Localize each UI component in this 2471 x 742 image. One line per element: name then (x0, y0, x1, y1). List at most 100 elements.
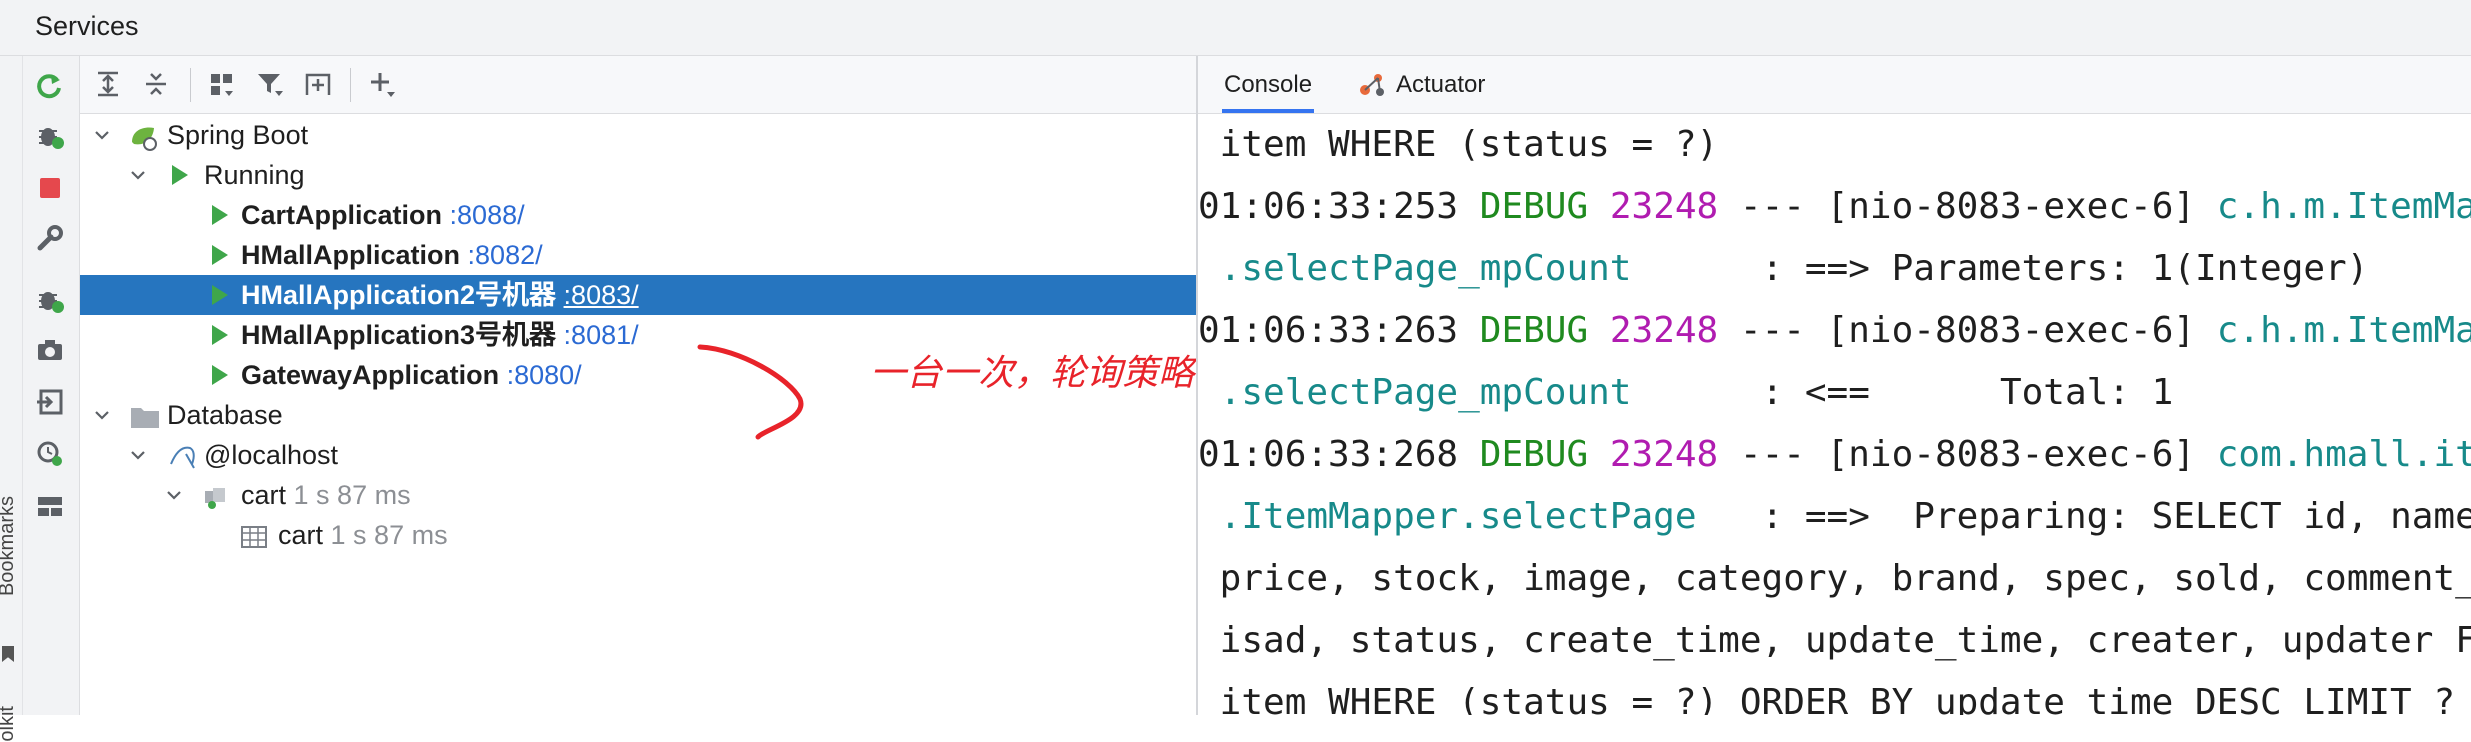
app-name: HMallApplication (241, 240, 460, 270)
log-logger[interactable]: c.h.m.ItemMapper (2217, 186, 2471, 227)
layout-icon[interactable] (32, 488, 68, 524)
collapse-all-icon[interactable] (138, 66, 174, 102)
app-name: CartApplication (241, 200, 442, 230)
log-timestamp: 01:06:33:253 (1198, 186, 1458, 227)
tab-console[interactable]: Console (1222, 56, 1314, 113)
log-level: DEBUG (1480, 434, 1588, 475)
tree-label-localhost: @localhost (204, 435, 338, 475)
log-logger[interactable]: c.h.m.ItemMapper (2217, 310, 2471, 351)
log-logger[interactable]: .selectPage_mpCount (1198, 372, 1631, 413)
schema-name: cart (241, 480, 286, 510)
log-line: .selectPage_mpCount : ==> Parameters: 1(… (1198, 238, 2368, 300)
port-link[interactable]: :8080/ (507, 360, 582, 390)
expand-all-icon[interactable] (90, 66, 126, 102)
new-tab-icon[interactable] (300, 66, 336, 102)
log-line: 01:06:33:268 DEBUG 23248 --- [nio-8083-e… (1198, 424, 2471, 486)
bookmark-icon (2, 646, 14, 662)
table-icon (240, 515, 268, 555)
log-pid: 23248 (1610, 186, 1718, 227)
log-logger[interactable]: .ItemMapper.selectPage (1198, 496, 1697, 537)
log-logger[interactable]: .selectPage_mpCount (1198, 248, 1631, 289)
debug-icon[interactable] (32, 118, 68, 154)
log-line: price, stock, image, category, brand, sp… (1198, 548, 2471, 610)
action-sidebar (23, 56, 80, 715)
tab-actuator[interactable]: Actuator (1396, 56, 1485, 113)
schema-time: 1 s 87 ms (294, 480, 411, 510)
running-icon (212, 235, 228, 265)
tree-label-running: Running (204, 155, 305, 195)
filter-icon[interactable] (252, 66, 288, 102)
log-line: 01:06:33:263 DEBUG 23248 --- [nio-8083-e… (1198, 300, 2471, 362)
app-name: HMallApplication2号机器 (241, 280, 556, 310)
running-icon (212, 195, 228, 225)
mysql-icon (168, 435, 198, 475)
log-line: item WHERE (status = ?) ORDER BY update_… (1198, 672, 2455, 715)
sign-in-icon[interactable] (32, 384, 68, 420)
port-link[interactable]: :8088/ (450, 200, 525, 230)
table-time: 1 s 87 ms (331, 520, 448, 550)
tree-node-running[interactable]: Running (80, 155, 1196, 195)
services-toolbar (80, 56, 1196, 114)
console-output[interactable]: item WHERE (status = ?) 01:06:33:253 DEB… (1198, 114, 2471, 715)
tree-node-database[interactable]: Database (80, 395, 1196, 435)
tree-node-app[interactable]: HMallApplication :8082/ (80, 235, 1196, 275)
log-message: : ==> Parameters: 1(Integer) (1631, 248, 2368, 289)
log-line: .ItemMapper.selectPage : ==> Preparing: … (1198, 486, 2471, 548)
spring-boot-icon (128, 115, 158, 155)
tool-window-title: Services (35, 11, 139, 42)
port-link[interactable]: :8082/ (468, 240, 543, 270)
running-icon (212, 315, 228, 345)
log-level: DEBUG (1480, 310, 1588, 351)
table-name: cart (278, 520, 323, 550)
running-icon (212, 275, 228, 305)
chevron-down-icon[interactable] (92, 395, 112, 435)
app-name: HMallApplication3号机器 (241, 320, 556, 350)
add-service-icon[interactable] (364, 66, 400, 102)
log-line: item WHERE (status = ?) (1198, 114, 1718, 176)
chevron-down-icon[interactable] (128, 155, 148, 195)
log-line: isad, status, create_time, update_time, … (1198, 610, 2471, 672)
chevron-down-icon[interactable] (164, 475, 184, 515)
debug-service-icon[interactable] (32, 282, 68, 318)
running-icon (212, 355, 228, 385)
log-logger[interactable]: com.hmall.item.mapper (2217, 434, 2471, 475)
log-pid: 23248 (1610, 310, 1718, 351)
camera-icon[interactable] (32, 332, 68, 368)
log-level: DEBUG (1480, 186, 1588, 227)
profiler-icon[interactable] (32, 436, 68, 472)
chevron-down-icon[interactable] (128, 435, 148, 475)
stop-icon[interactable] (32, 170, 68, 206)
port-link[interactable]: :8083/ (564, 280, 639, 310)
tree-node-table[interactable]: cart 1 s 87 ms (80, 515, 1196, 555)
services-tree: Spring Boot Running CartApplication :808… (80, 114, 1196, 715)
folder-icon (130, 395, 160, 435)
log-timestamp: 01:06:33:268 (1198, 434, 1458, 475)
tree-node-app[interactable]: CartApplication :8088/ (80, 195, 1196, 235)
tree-node-app-selected[interactable]: HMallApplication2号机器 :8083/ (80, 275, 1196, 315)
chevron-down-icon[interactable] (92, 115, 112, 155)
log-line: 01:06:33:253 DEBUG 23248 --- [nio-8083-e… (1198, 176, 2471, 238)
group-by-icon[interactable] (204, 66, 240, 102)
log-line: .selectPage_mpCount : <== Total: 1 (1198, 362, 2173, 424)
log-message: : <== Total: 1 (1631, 372, 2173, 413)
side-stripe: Bookmarks olkit (0, 56, 23, 715)
tool-window-header: Services (0, 0, 2471, 56)
wrench-icon[interactable] (32, 220, 68, 256)
running-icon (172, 155, 188, 185)
log-thread: --- [nio-8083-exec-6] (1718, 434, 2217, 475)
toolkit-tab[interactable]: olkit (0, 706, 18, 742)
tree-node-schema[interactable]: cart 1 s 87 ms (80, 475, 1196, 515)
annotation-scribble (670, 339, 830, 454)
app-name: GatewayApplication (241, 360, 499, 390)
actuator-icon (1358, 70, 1386, 102)
log-pid: 23248 (1610, 434, 1718, 475)
tree-label-spring-boot: Spring Boot (167, 115, 308, 155)
bookmarks-tab[interactable]: Bookmarks (0, 496, 18, 596)
console-tabs: Console Actuator (1198, 56, 2471, 114)
tree-node-localhost[interactable]: @localhost (80, 435, 1196, 475)
annotation-text: 一台一次，轮询策略 (870, 344, 1194, 396)
log-message: : ==> Preparing: SELECT id, name, (1697, 496, 2471, 537)
tree-node-spring-boot[interactable]: Spring Boot (80, 115, 1196, 155)
port-link[interactable]: :8081/ (564, 320, 639, 350)
rerun-icon[interactable] (32, 68, 68, 104)
